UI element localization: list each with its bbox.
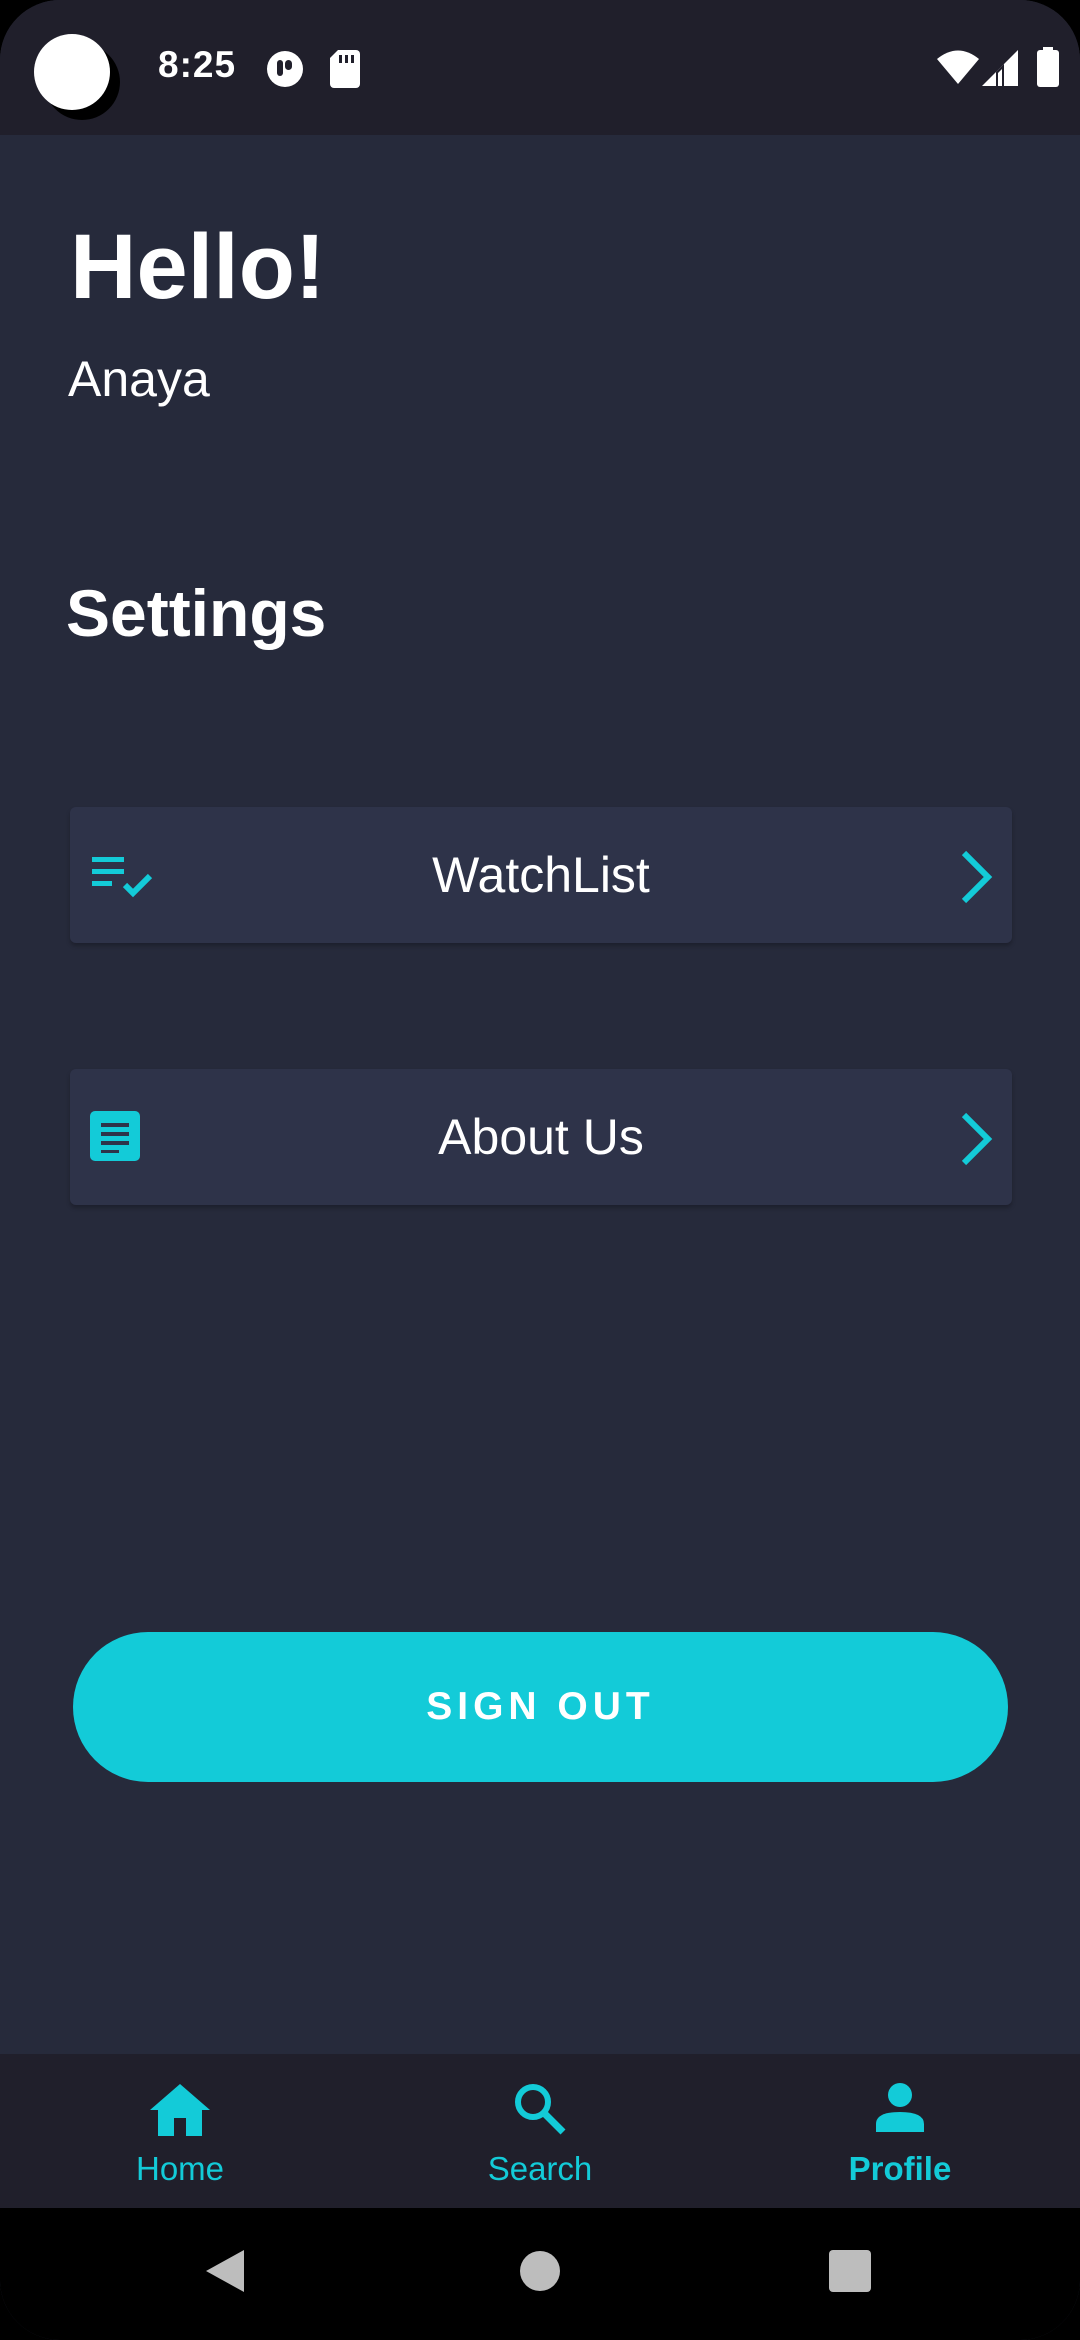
- nav-item-profile[interactable]: Profile: [720, 2054, 1080, 2208]
- home-icon: [150, 2084, 210, 2136]
- sd-card-icon: [330, 50, 360, 88]
- nav-label-home: Home: [135, 2150, 225, 2187]
- recents-icon[interactable]: [829, 2250, 871, 2292]
- chevron-right-icon: [961, 850, 993, 904]
- nav-item-home[interactable]: Home: [0, 2054, 360, 2208]
- settings-heading: Settings: [66, 576, 327, 650]
- status-bar: 8:25: [0, 0, 1080, 135]
- sign-out-button[interactable]: SIGN OUT: [73, 1632, 1008, 1782]
- search-icon: [515, 2084, 566, 2135]
- username-label: Anaya: [68, 351, 210, 407]
- podcast-icon: [267, 51, 303, 87]
- watchlist-label: WatchList: [432, 847, 650, 903]
- nav-label-profile: Profile: [848, 2150, 952, 2187]
- home-circle-icon[interactable]: [519, 2250, 561, 2292]
- nav-item-search[interactable]: Search: [360, 2054, 720, 2208]
- person-icon: [876, 2083, 924, 2132]
- wifi-icon: [937, 50, 979, 84]
- chevron-right-icon: [961, 1112, 993, 1166]
- about-us-menu-item[interactable]: About Us: [70, 1069, 1012, 1205]
- camera-cutout: [34, 34, 110, 110]
- profile-screen: 8:25 Hello! Anaya Settings WatchList Abo…: [0, 0, 1080, 2340]
- status-time: 8:25: [158, 44, 237, 85]
- signal-icon: [982, 50, 1018, 86]
- bottom-navigation: Home Search Profile: [0, 2054, 1080, 2208]
- nav-label-search: Search: [487, 2150, 593, 2187]
- back-icon[interactable]: [204, 2248, 246, 2294]
- battery-icon: [1037, 47, 1059, 87]
- greeting-title: Hello!: [70, 216, 326, 318]
- system-navigation-bar: [0, 2208, 1080, 2340]
- about-us-label: About Us: [438, 1109, 644, 1165]
- watchlist-menu-item[interactable]: WatchList: [70, 807, 1012, 943]
